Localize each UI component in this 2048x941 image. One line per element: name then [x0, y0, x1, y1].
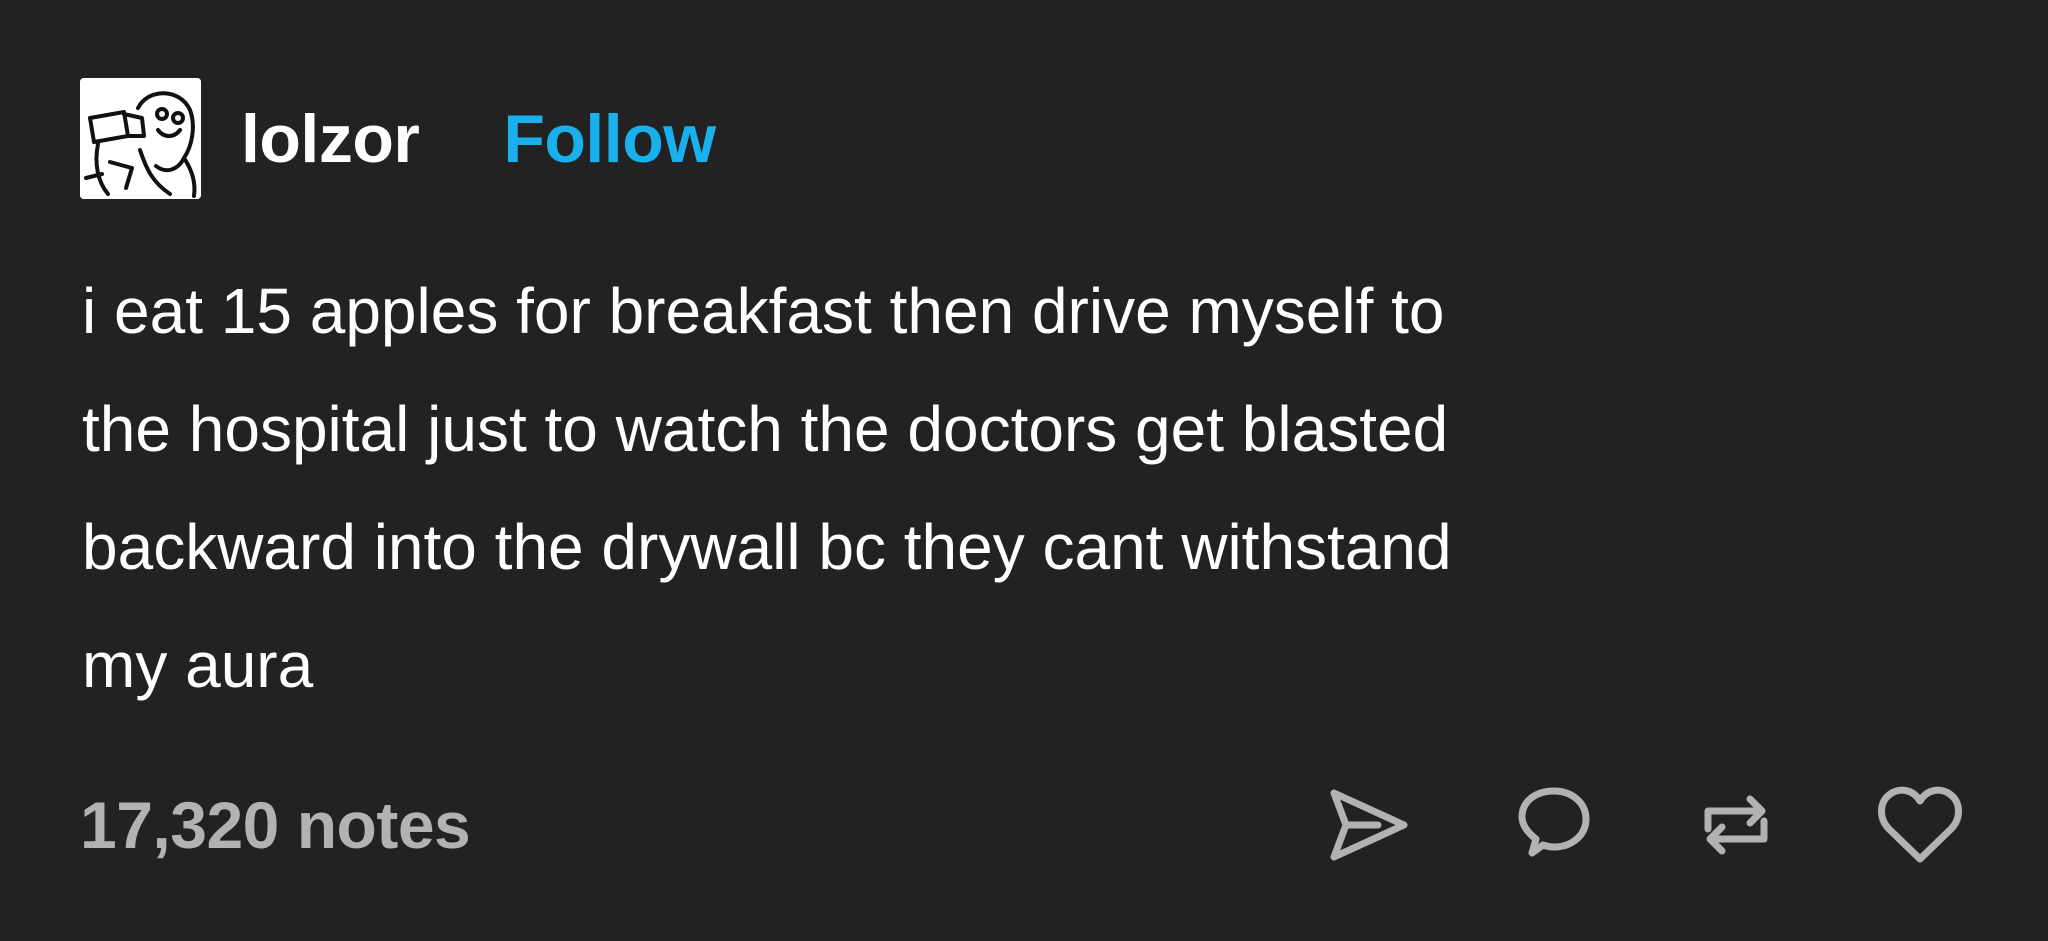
avatar-drawing [80, 78, 201, 199]
author-username[interactable]: lolzor [241, 100, 420, 178]
post-actions [1232, 777, 1968, 873]
post-text-line: i eat 15 apples for breakfast then drive… [82, 275, 1445, 347]
reply-button[interactable] [1504, 777, 1600, 873]
post-text: i eat 15 apples for breakfast then drive… [82, 252, 1902, 724]
notes-count[interactable]: 17,320 notes [80, 787, 471, 863]
share-button[interactable] [1320, 777, 1416, 873]
post-text-line: the hospital just to watch the doctors g… [82, 393, 1449, 465]
like-icon [1878, 786, 1962, 863]
reblog-icon [1704, 795, 1768, 855]
post-text-line: backward into the drywall bc they cant w… [82, 511, 1452, 583]
like-button[interactable] [1872, 777, 1968, 873]
share-icon [1330, 789, 1408, 861]
post-text-line: my aura [82, 629, 314, 701]
avatar[interactable] [80, 78, 201, 199]
follow-button[interactable]: Follow [503, 100, 716, 178]
post-footer: 17,320 notes [80, 780, 1968, 870]
reblog-button[interactable] [1688, 777, 1784, 873]
post-header: lolzor Follow [80, 78, 716, 199]
reply-icon [1518, 787, 1590, 857]
